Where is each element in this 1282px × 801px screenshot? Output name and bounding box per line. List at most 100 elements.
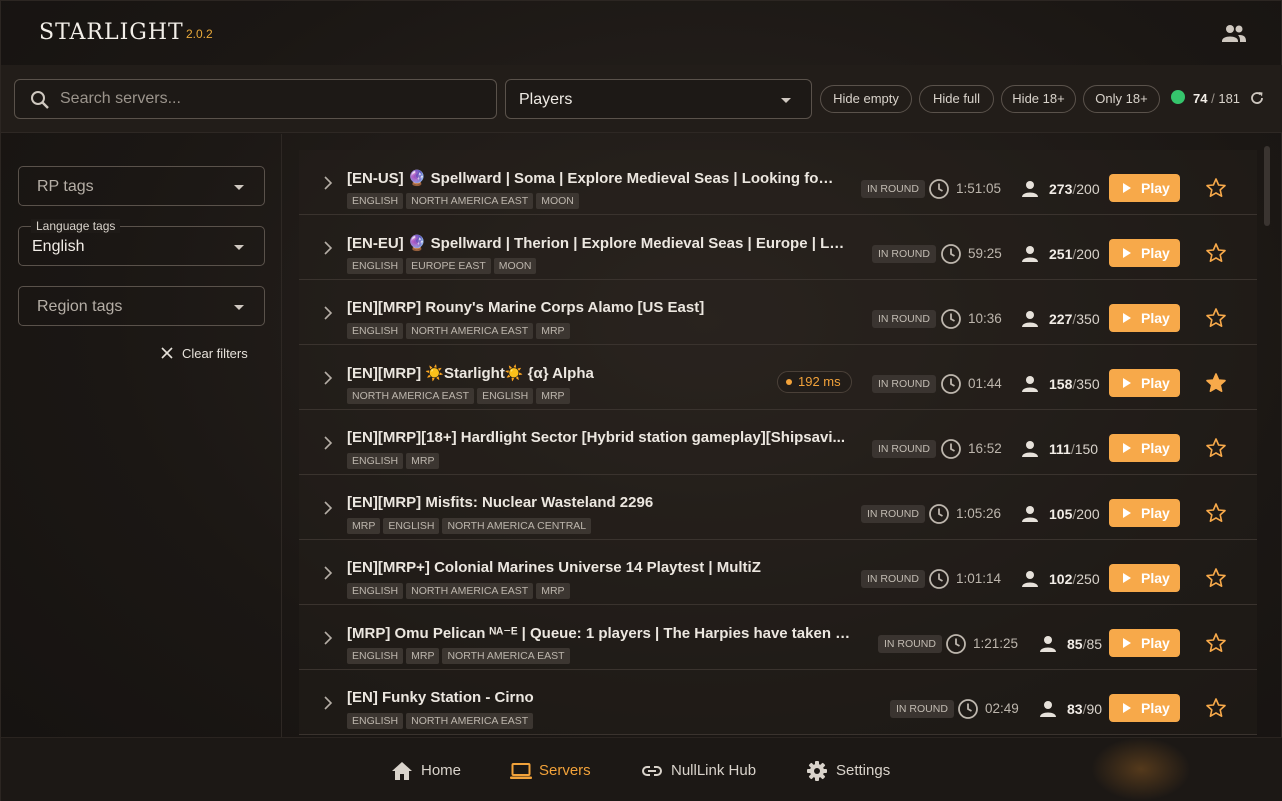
server-row[interactable]: [MRP] Omu Pelican ᴺᴬ⁻ᴱ | Queue: 1 player… bbox=[299, 605, 1257, 670]
play-button[interactable]: Play bbox=[1109, 304, 1180, 332]
chevron-right-icon[interactable] bbox=[323, 241, 333, 255]
chevron-right-icon[interactable] bbox=[323, 306, 333, 320]
search-input[interactable] bbox=[60, 80, 490, 118]
play-button[interactable]: Play bbox=[1109, 499, 1180, 527]
clock-icon bbox=[941, 309, 961, 329]
region-tags-select[interactable]: Region tags bbox=[18, 286, 265, 326]
scrollbar[interactable] bbox=[1264, 146, 1270, 226]
server-tag: MOON bbox=[493, 258, 537, 274]
server-tag: ENGLISH bbox=[347, 453, 404, 469]
server-row[interactable]: [EN][MRP] Rouny's Marine Corps Alamo [US… bbox=[299, 280, 1257, 345]
round-state-badge: IN ROUND bbox=[872, 375, 936, 393]
sort-select[interactable]: Players bbox=[505, 79, 812, 119]
clear-filters-button[interactable]: Clear filters bbox=[161, 346, 248, 361]
home-icon bbox=[392, 762, 412, 780]
gear-icon bbox=[807, 761, 827, 781]
server-tag: NORTH AMERICA EAST bbox=[406, 713, 534, 729]
version-label: 2.0.2 bbox=[186, 27, 213, 41]
server-tag: MRP bbox=[347, 518, 381, 534]
server-tags: NORTH AMERICA EAST ENGLISH MRP bbox=[347, 386, 573, 404]
server-name: [EN] Funky Station - Cirno bbox=[347, 689, 534, 706]
chevron-right-icon[interactable] bbox=[323, 436, 333, 450]
favorite-star-icon[interactable] bbox=[1205, 567, 1227, 589]
person-icon bbox=[1022, 441, 1038, 457]
favorite-star-icon[interactable] bbox=[1205, 177, 1227, 199]
round-state-badge: IN ROUND bbox=[872, 245, 936, 263]
play-icon bbox=[1123, 703, 1131, 713]
chevron-right-icon[interactable] bbox=[323, 176, 333, 190]
favorite-star-icon[interactable] bbox=[1205, 632, 1227, 654]
server-tag: MRP bbox=[536, 388, 570, 404]
play-button[interactable]: Play bbox=[1109, 434, 1180, 462]
online-count: 74 bbox=[1193, 91, 1208, 106]
server-name: [EN-EU] 🔮 Spellward | Therion | Explore … bbox=[347, 235, 849, 252]
language-tags-value: English bbox=[32, 238, 85, 255]
chevron-right-icon[interactable] bbox=[323, 631, 333, 645]
only-18-chip[interactable]: Only 18+ bbox=[1083, 85, 1160, 113]
server-name: [EN][MRP+] Colonial Marines Universe 14 … bbox=[347, 559, 761, 576]
chevron-down-icon bbox=[234, 245, 244, 250]
server-tag: ENGLISH bbox=[347, 323, 404, 339]
server-tag: EUROPE EAST bbox=[406, 258, 491, 274]
online-status-icon bbox=[1171, 90, 1185, 104]
play-button[interactable]: Play bbox=[1109, 239, 1180, 267]
server-tag: NORTH AMERICA EAST bbox=[406, 583, 534, 599]
player-count: 105/200 bbox=[1049, 506, 1100, 522]
person-icon bbox=[1022, 506, 1038, 522]
server-row[interactable]: [EN][MRP] ☀️Starlight☀️ {α} Alpha NORTH A… bbox=[299, 345, 1257, 410]
refresh-icon[interactable] bbox=[1249, 90, 1265, 106]
server-tag: MRP bbox=[536, 583, 570, 599]
round-time: 1:01:14 bbox=[956, 571, 1002, 586]
server-tags: ENGLISH NORTH AMERICA EAST MRP bbox=[347, 581, 573, 599]
play-button[interactable]: Play bbox=[1109, 564, 1180, 592]
link-icon bbox=[642, 766, 662, 776]
rp-tags-select[interactable]: RP tags bbox=[18, 166, 265, 206]
server-tags: ENGLISH MRP NORTH AMERICA EAST bbox=[347, 646, 573, 664]
play-button[interactable]: Play bbox=[1109, 694, 1180, 722]
server-tags: ENGLISH NORTH AMERICA EAST MOON bbox=[347, 191, 582, 209]
server-tag: MRP bbox=[536, 323, 570, 339]
favorite-star-icon[interactable] bbox=[1205, 697, 1227, 719]
favorite-star-icon[interactable] bbox=[1205, 372, 1227, 394]
play-button[interactable]: Play bbox=[1109, 369, 1180, 397]
server-row[interactable]: [EN-EU] 🔮 Spellward | Therion | Explore … bbox=[299, 215, 1257, 280]
users-icon[interactable] bbox=[1221, 22, 1247, 44]
favorite-star-icon[interactable] bbox=[1205, 437, 1227, 459]
chevron-right-icon[interactable] bbox=[323, 501, 333, 515]
filter-sidebar: RP tags Language tags English Region tag… bbox=[1, 134, 282, 737]
round-state-badge: IN ROUND bbox=[878, 635, 942, 653]
player-count: 273/200 bbox=[1049, 181, 1100, 197]
language-tags-select[interactable]: Language tags English bbox=[18, 219, 265, 266]
server-tag: MOON bbox=[536, 193, 579, 209]
server-row[interactable]: [EN-US] 🔮 Spellward | Soma | Explore Med… bbox=[299, 150, 1257, 215]
player-count: 111/150 bbox=[1049, 441, 1099, 457]
brand-logo: STARLIGHT bbox=[39, 20, 184, 45]
play-button[interactable]: Play bbox=[1109, 174, 1180, 202]
play-button[interactable]: Play bbox=[1109, 629, 1180, 657]
server-name: [EN][MRP] ☀️Starlight☀️ {α} Alpha bbox=[347, 365, 594, 382]
round-state-badge: IN ROUND bbox=[861, 570, 925, 588]
server-row[interactable]: [EN][MRP] Misfits: Nuclear Wasteland 229… bbox=[299, 475, 1257, 540]
round-time: 59:25 bbox=[968, 246, 1002, 261]
person-icon bbox=[1022, 376, 1038, 392]
server-row[interactable]: [EN][MRP+] Colonial Marines Universe 14 … bbox=[299, 540, 1257, 605]
favorite-star-icon[interactable] bbox=[1205, 307, 1227, 329]
server-tag: ENGLISH bbox=[347, 583, 404, 599]
clock-icon bbox=[929, 179, 949, 199]
ping-dot-icon bbox=[786, 379, 792, 385]
round-time: 1:51:05 bbox=[956, 181, 1002, 196]
server-row[interactable]: [EN] Funky Station - Cirno ENGLISH NORTH A… bbox=[299, 670, 1257, 735]
chevron-right-icon[interactable] bbox=[323, 371, 333, 385]
chevron-right-icon[interactable] bbox=[323, 566, 333, 580]
server-tags: ENGLISH EUROPE EAST MOON bbox=[347, 256, 539, 274]
favorite-star-icon[interactable] bbox=[1205, 242, 1227, 264]
server-row[interactable]: [EN][MRP][18+] Hardlight Sector [Hybrid … bbox=[299, 410, 1257, 475]
chevron-right-icon[interactable] bbox=[323, 696, 333, 710]
hide-full-chip[interactable]: Hide full bbox=[919, 85, 994, 113]
hide-18-chip[interactable]: Hide 18+ bbox=[1001, 85, 1076, 113]
favorite-star-icon[interactable] bbox=[1205, 502, 1227, 524]
server-tag: ENGLISH bbox=[347, 648, 404, 664]
hide-empty-chip[interactable]: Hide empty bbox=[820, 85, 912, 113]
play-icon bbox=[1123, 638, 1131, 648]
chevron-down-icon bbox=[234, 305, 244, 310]
